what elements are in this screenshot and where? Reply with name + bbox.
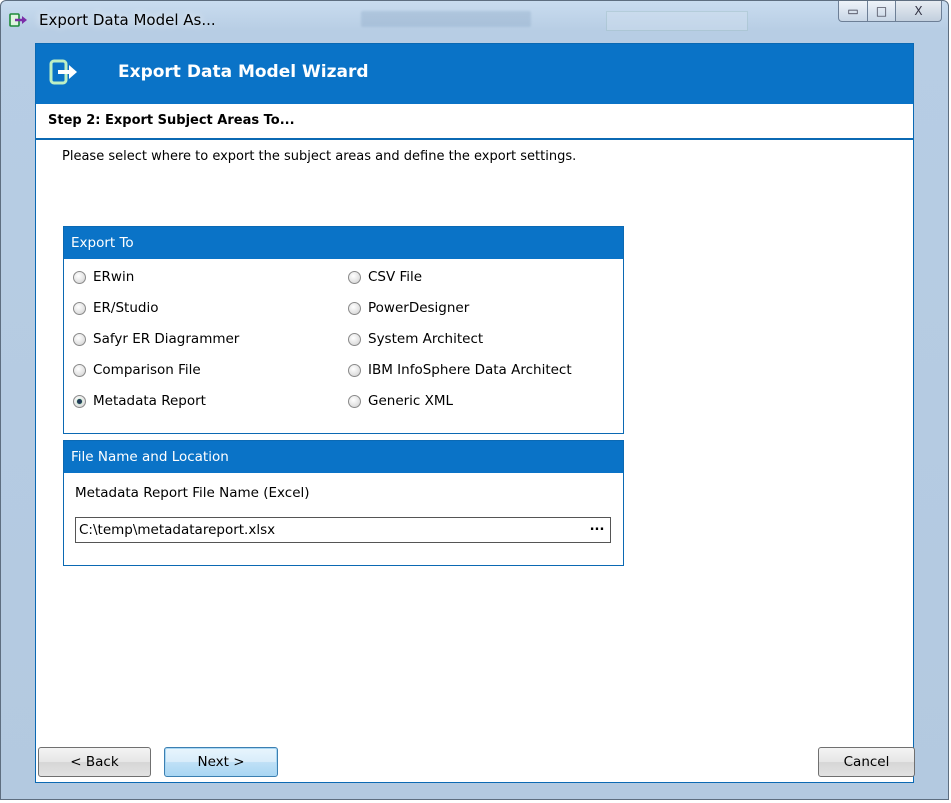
export-to-heading: Export To [64,227,623,259]
radio-label: System Architect [368,331,484,347]
export-to-group: Export To ERwin ER/Studio Safyr ER Diagr… [63,226,624,434]
export-wizard-icon [49,59,77,85]
file-location-heading: File Name and Location [64,441,623,473]
instruction-text: Please select where to export the subjec… [62,149,577,164]
radio-label: ER/Studio [93,300,159,316]
radio-button-selected[interactable] [73,394,86,408]
radio-safyr-er-diagrammer[interactable]: Safyr ER Diagrammer [73,331,239,347]
radio-button[interactable] [73,363,86,377]
radio-label: Safyr ER Diagrammer [93,331,240,347]
window-title: Export Data Model As... [39,11,216,29]
radio-generic-xml[interactable]: Generic XML [348,393,453,409]
file-name-label: Metadata Report File Name (Excel) [75,485,310,501]
radio-er-studio[interactable]: ER/Studio [73,300,158,316]
radio-label: Metadata Report [93,393,206,409]
radio-button[interactable] [73,301,86,315]
radio-button[interactable] [348,332,361,346]
step-title: Step 2: Export Subject Areas To... [48,113,295,128]
minimize-icon: ▭ [847,4,859,18]
title-bar[interactable]: Export Data Model As... ▭ □ X [1,1,948,39]
file-path-value: C:\temp\metadatareport.xlsx [79,522,276,538]
radio-button[interactable] [348,363,361,377]
radio-button[interactable] [73,332,86,346]
export-arrow-icon [9,13,27,27]
radio-label: ERwin [93,269,135,285]
wizard-title: Export Data Model Wizard [118,62,369,82]
minimize-button[interactable]: ▭ [838,1,868,22]
radio-label: CSV File [368,269,423,285]
cancel-button[interactable]: Cancel [818,747,915,777]
window-controls: ▭ □ X [838,1,942,23]
radio-powerdesigner[interactable]: PowerDesigner [348,300,469,316]
radio-erwin[interactable]: ERwin [73,269,134,285]
radio-label: IBM InfoSphere Data Architect [368,362,572,378]
radio-ibm-infosphere-data-architect[interactable]: IBM InfoSphere Data Architect [348,362,572,378]
radio-label: PowerDesigner [368,300,470,316]
wizard-client-area: Export Data Model Wizard Step 2: Export … [35,43,914,783]
file-location-group: File Name and Location Metadata Report F… [63,440,624,566]
radio-comparison-file[interactable]: Comparison File [73,362,201,378]
radio-metadata-report[interactable]: Metadata Report [73,393,206,409]
dialog-window: Export Data Model As... ▭ □ X Export Dat… [0,0,949,800]
maximize-button[interactable]: □ [868,1,896,22]
radio-button[interactable] [73,270,86,284]
radio-system-architect[interactable]: System Architect [348,331,483,347]
wizard-banner: Export Data Model Wizard [36,44,913,104]
file-path-input[interactable]: C:\temp\metadatareport.xlsx ... [75,517,611,543]
radio-label: Generic XML [368,393,454,409]
radio-csv-file[interactable]: CSV File [348,269,422,285]
radio-button[interactable] [348,301,361,315]
maximize-icon: □ [875,4,888,18]
close-icon: X [914,4,923,18]
close-button[interactable]: X [896,1,942,22]
background-window-ghost [361,1,781,39]
radio-button[interactable] [348,394,361,408]
back-button[interactable]: < Back [38,747,151,777]
step-header: Step 2: Export Subject Areas To... [36,104,913,140]
next-button[interactable]: Next > [164,747,278,777]
radio-button[interactable] [348,270,361,284]
browse-button[interactable]: ... [587,520,607,540]
radio-label: Comparison File [93,362,201,378]
